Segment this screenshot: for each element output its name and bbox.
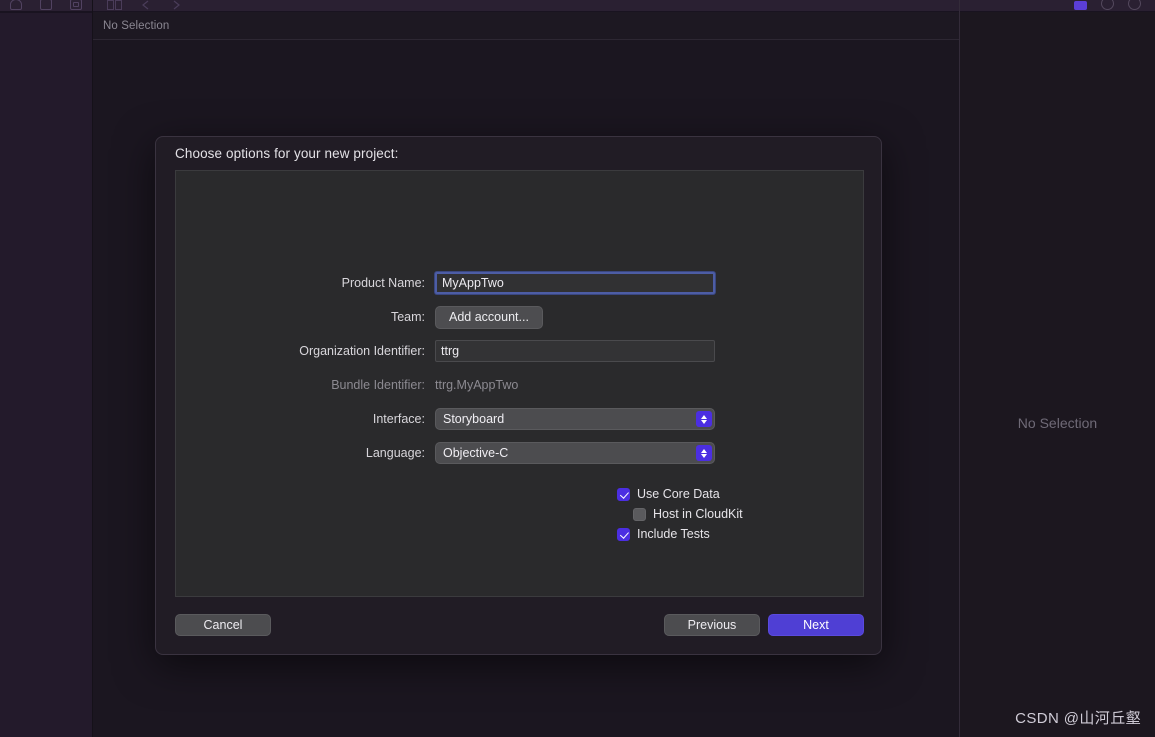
forward-chevron-icon[interactable] — [169, 0, 184, 10]
dialog-title: Choose options for your new project: — [175, 146, 399, 161]
help-circle-icon[interactable] — [1101, 0, 1114, 10]
form-row-organization-identifier: Organization Identifier: — [176, 334, 863, 368]
form-rows: Product Name: Team: Add account... Organ… — [176, 266, 863, 470]
navigator-toolbar — [0, 0, 92, 12]
checkbox-label-host-in-cloudkit: Host in CloudKit — [653, 507, 743, 521]
product-name-control — [435, 272, 863, 294]
form-row-product-name: Product Name: — [176, 266, 863, 300]
form-row-language: Language: Objective-C — [176, 436, 863, 470]
bundle-identifier-control: ttrg.MyAppTwo — [435, 374, 863, 396]
history-icon[interactable] — [10, 0, 22, 10]
dialog-footer: Cancel Previous Next — [156, 596, 881, 654]
form-row-interface: Interface: Storyboard — [176, 402, 863, 436]
inspector-toolbar — [960, 0, 1155, 12]
inspector-empty-label: No Selection — [1017, 415, 1098, 431]
team-control: Add account... — [435, 305, 863, 329]
language-dropdown-value: Objective-C — [443, 446, 509, 460]
product-name-input[interactable] — [435, 272, 715, 294]
add-circle-icon[interactable] — [1128, 0, 1141, 10]
inspector-chip-icon[interactable] — [1074, 1, 1087, 10]
interface-dropdown-value: Storyboard — [443, 412, 505, 426]
language-label: Language: — [365, 446, 425, 460]
checkbox-use-core-data[interactable] — [617, 487, 630, 501]
folder-icon[interactable] — [40, 0, 52, 10]
editor-layout-icon[interactable] — [107, 0, 122, 10]
product-name-label: Product Name: — [341, 276, 425, 290]
organization-identifier-label: Organization Identifier: — [299, 344, 425, 358]
navigator-sidebar — [0, 0, 93, 737]
previous-button[interactable]: Previous — [664, 614, 760, 636]
organization-identifier-input[interactable] — [435, 340, 715, 362]
team-label: Team: — [390, 310, 425, 324]
chevron-updown-icon[interactable] — [696, 411, 712, 427]
bundle-identifier-label: Bundle Identifier: — [331, 378, 425, 392]
checkbox-label-use-core-data: Use Core Data — [637, 487, 720, 501]
chevron-updown-icon[interactable] — [696, 445, 712, 461]
next-button[interactable]: Next — [768, 614, 864, 636]
editor-toolbar — [93, 0, 959, 12]
form-row-bundle-identifier: Bundle Identifier: ttrg.MyAppTwo — [176, 368, 863, 402]
language-dropdown[interactable]: Objective-C — [435, 442, 715, 464]
checkbox-label-include-tests: Include Tests — [637, 527, 710, 541]
new-project-options-dialog: Choose options for your new project: Pro… — [155, 136, 882, 655]
options-panel: Product Name: Team: Add account... Organ… — [175, 170, 864, 597]
bundle-identifier-value: ttrg.MyAppTwo — [435, 378, 519, 392]
language-control: Objective-C — [435, 442, 863, 464]
organization-identifier-control — [435, 340, 863, 362]
checkbox-include-tests[interactable] — [617, 527, 630, 541]
add-account-button[interactable]: Add account... — [435, 305, 543, 329]
interface-control: Storyboard — [435, 408, 863, 430]
back-chevron-icon[interactable] — [138, 0, 153, 10]
checkbox-row-use-core-data[interactable]: Use Core Data — [617, 484, 743, 504]
watermark-label: CSDN @山河丘壑 — [1015, 710, 1141, 727]
interface-dropdown[interactable]: Storyboard — [435, 408, 715, 430]
interface-label: Interface: — [372, 412, 425, 426]
checkbox-host-in-cloudkit[interactable] — [633, 507, 646, 521]
form-row-team: Team: Add account... — [176, 300, 863, 334]
cancel-button[interactable]: Cancel — [175, 614, 271, 636]
report-icon[interactable] — [70, 0, 82, 10]
jump-bar[interactable]: No Selection — [93, 12, 959, 40]
checkbox-row-include-tests[interactable]: Include Tests — [617, 524, 743, 544]
checkbox-row-host-in-cloudkit[interactable]: Host in CloudKit — [617, 504, 743, 524]
navigator-content — [0, 12, 92, 737]
checkbox-group: Use Core Data Host in CloudKit Include T… — [617, 484, 743, 544]
inspector-panel: No Selection CSDN @山河丘壑 — [959, 0, 1155, 737]
jump-bar-label: No Selection — [103, 19, 170, 32]
